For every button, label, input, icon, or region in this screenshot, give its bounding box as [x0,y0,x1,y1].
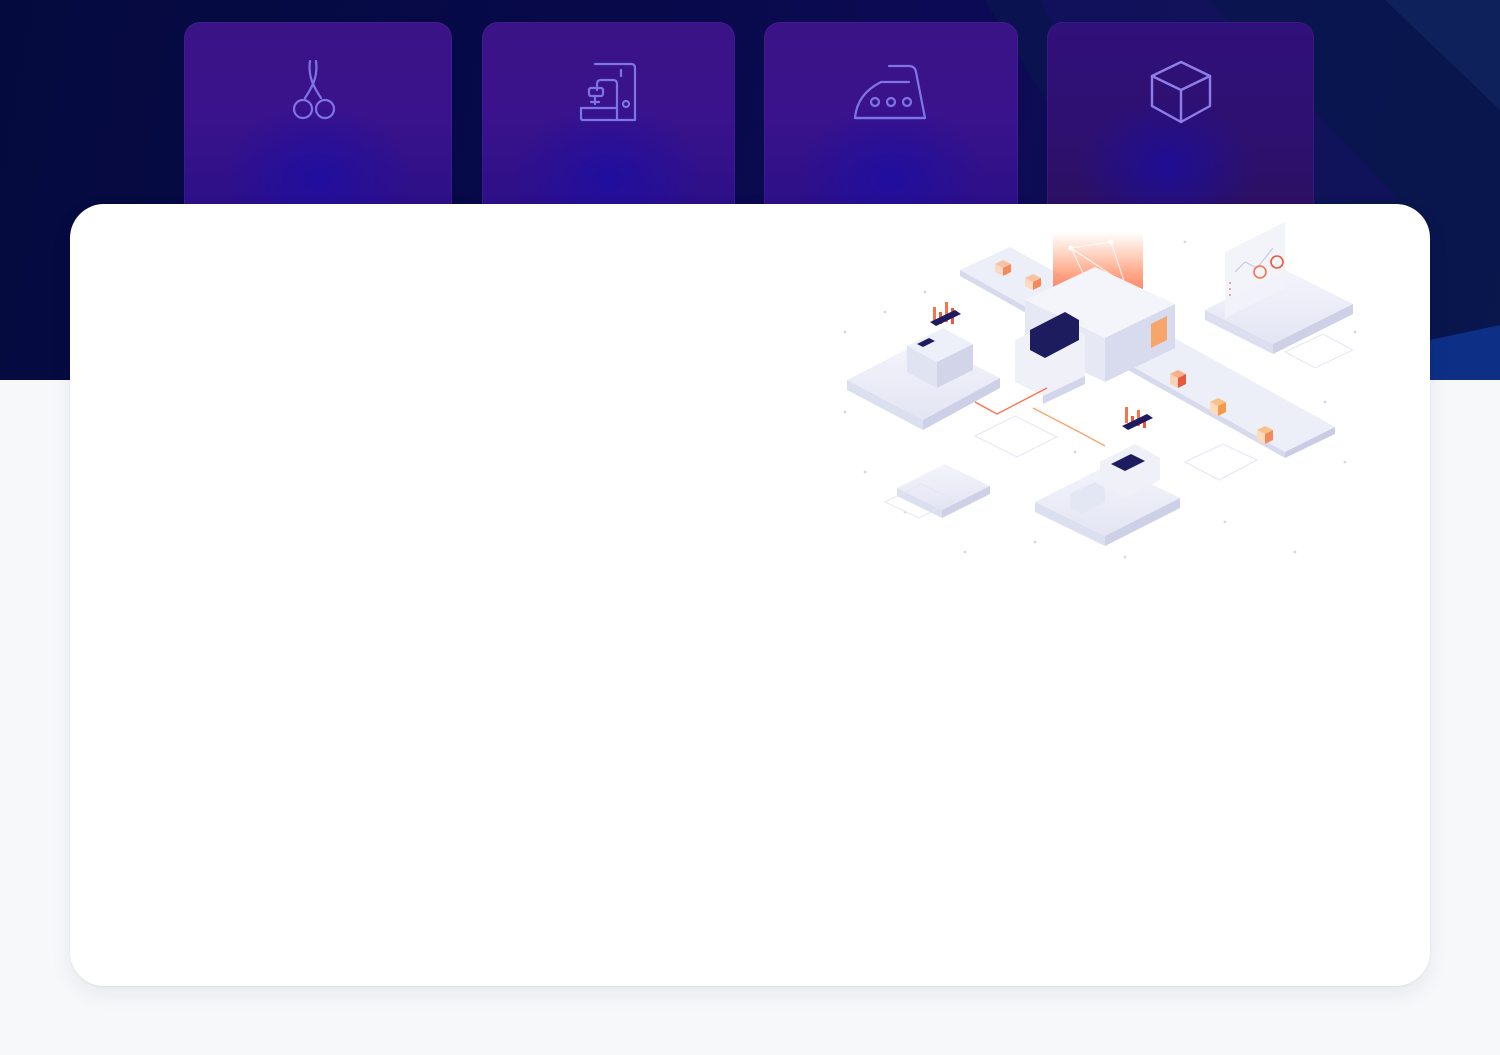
scissors-icon [292,60,336,120]
clothes-iron-icon [853,64,927,120]
feature-card-sewing[interactable] [482,22,735,222]
isometric-factory-illustration [843,222,1357,559]
content-panel [70,204,1430,986]
feature-card-ironing[interactable] [764,22,1018,222]
feature-card-packaging[interactable] [1047,22,1314,222]
cube-icon [1150,60,1211,124]
sewing-machine-icon [579,62,636,122]
feature-card-cutting[interactable] [184,22,452,222]
